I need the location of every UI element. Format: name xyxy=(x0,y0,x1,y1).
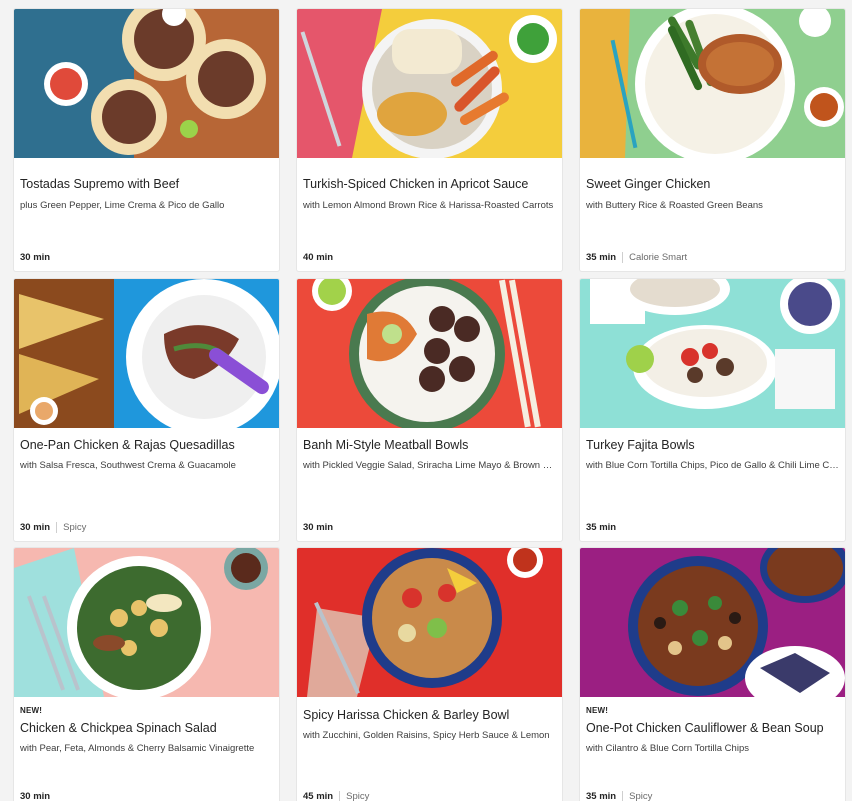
recipe-card[interactable]: Turkey Fajita Bowls with Blue Corn Torti… xyxy=(580,279,845,541)
recipe-meta: 40 min xyxy=(303,252,333,263)
recipe-image[interactable] xyxy=(14,548,279,697)
recipe-card[interactable]: Tostadas Supremo with Beef plus Green Pe… xyxy=(14,9,279,271)
recipe-title: One-Pot Chicken Cauliflower & Bean Soup xyxy=(586,721,824,735)
recipe-image[interactable] xyxy=(297,548,562,697)
recipe-subtitle: with Zucchini, Golden Raisins, Spicy Her… xyxy=(303,730,550,741)
meta-divider xyxy=(622,791,624,801)
meta-divider xyxy=(622,252,624,263)
recipe-card-body: Tostadas Supremo with Beef plus Green Pe… xyxy=(20,158,273,271)
recipe-card[interactable]: NEW! Chicken & Chickpea Spinach Salad wi… xyxy=(14,548,279,801)
recipe-title: One-Pan Chicken & Rajas Quesadillas xyxy=(20,438,235,452)
recipe-subtitle: with Cilantro & Blue Corn Tortilla Chips xyxy=(586,743,749,754)
recipe-image[interactable] xyxy=(297,9,562,158)
recipe-meta: 45 min Spicy xyxy=(303,791,369,801)
new-badge: NEW! xyxy=(20,706,43,715)
recipe-card[interactable]: Banh Mi-Style Meatball Bowls with Pickle… xyxy=(297,279,562,541)
recipe-tag: Calorie Smart xyxy=(629,252,688,263)
recipe-card-body: NEW! One-Pot Chicken Cauliflower & Bean … xyxy=(586,697,839,801)
recipe-image[interactable] xyxy=(580,9,845,158)
recipe-card[interactable]: Spicy Harissa Chicken & Barley Bowl with… xyxy=(297,548,562,801)
meta-divider xyxy=(56,522,58,533)
prep-time: 40 min xyxy=(303,252,334,263)
prep-time: 45 min xyxy=(303,791,334,801)
recipe-subtitle: with Blue Corn Tortilla Chips, Pico de G… xyxy=(586,460,839,471)
recipe-card-body: Sweet Ginger Chicken with Buttery Rice &… xyxy=(586,158,839,271)
recipe-subtitle: plus Green Pepper, Lime Crema & Pico de … xyxy=(20,200,225,211)
recipe-subtitle: with Salsa Fresca, Southwest Crema & Gua… xyxy=(20,460,236,471)
recipe-subtitle: with Lemon Almond Brown Rice & Harissa-R… xyxy=(303,200,554,211)
recipe-card[interactable]: Sweet Ginger Chicken with Buttery Rice &… xyxy=(580,9,845,271)
recipe-subtitle: with Pickled Veggie Salad, Sriracha Lime… xyxy=(303,460,556,471)
recipe-card[interactable]: NEW! One-Pot Chicken Cauliflower & Bean … xyxy=(580,548,845,801)
recipe-meta: 30 min xyxy=(303,522,333,533)
prep-time: 35 min xyxy=(586,791,617,801)
recipe-title: Turkish-Spiced Chicken in Apricot Sauce xyxy=(303,177,529,191)
prep-time: 35 min xyxy=(586,522,617,533)
recipe-meta: 30 min xyxy=(20,252,50,263)
recipe-image[interactable] xyxy=(580,548,845,697)
recipe-title: Sweet Ginger Chicken xyxy=(586,177,711,191)
recipe-meta: 30 min Spicy xyxy=(20,522,86,533)
recipe-image[interactable] xyxy=(580,279,845,428)
recipe-title: Tostadas Supremo with Beef xyxy=(20,177,180,191)
recipe-title: Spicy Harissa Chicken & Barley Bowl xyxy=(303,708,510,722)
recipe-title: Turkey Fajita Bowls xyxy=(586,438,695,452)
recipe-grid: Tostadas Supremo with Beef plus Green Pe… xyxy=(0,0,852,801)
recipe-card-body: Turkish-Spiced Chicken in Apricot Sauce … xyxy=(303,158,556,271)
recipe-title: Banh Mi-Style Meatball Bowls xyxy=(303,438,469,452)
recipe-card[interactable]: One-Pan Chicken & Rajas Quesadillas with… xyxy=(14,279,279,541)
recipe-meta: 35 min Calorie Smart xyxy=(586,252,687,263)
recipe-title: Chicken & Chickpea Spinach Salad xyxy=(20,721,217,735)
recipe-card[interactable]: Turkish-Spiced Chicken in Apricot Sauce … xyxy=(297,9,562,271)
recipe-card-body: NEW! Chicken & Chickpea Spinach Salad wi… xyxy=(20,697,273,801)
recipe-image[interactable] xyxy=(297,279,562,428)
recipe-image[interactable] xyxy=(14,9,279,158)
recipe-meta: 35 min Spicy xyxy=(586,791,652,801)
prep-time: 30 min xyxy=(303,522,334,533)
recipe-card-body: Banh Mi-Style Meatball Bowls with Pickle… xyxy=(303,428,556,541)
prep-time: 30 min xyxy=(20,252,51,263)
prep-time: 30 min xyxy=(20,522,51,533)
recipe-tag: Spicy xyxy=(63,522,87,533)
recipe-tag: Spicy xyxy=(346,791,370,801)
recipe-card-body: Turkey Fajita Bowls with Blue Corn Torti… xyxy=(586,428,839,541)
recipe-meta: 30 min xyxy=(20,791,50,801)
recipe-image[interactable] xyxy=(14,279,279,428)
recipe-tag: Spicy xyxy=(629,791,653,801)
recipe-card-body: One-Pan Chicken & Rajas Quesadillas with… xyxy=(20,428,273,541)
meta-divider xyxy=(339,791,341,801)
recipe-subtitle: with Buttery Rice & Roasted Green Beans xyxy=(586,200,763,211)
new-badge: NEW! xyxy=(586,706,609,715)
recipe-card-body: Spicy Harissa Chicken & Barley Bowl with… xyxy=(303,697,556,801)
recipe-subtitle: with Pear, Feta, Almonds & Cherry Balsam… xyxy=(20,743,255,754)
prep-time: 35 min xyxy=(586,252,617,263)
prep-time: 30 min xyxy=(20,791,51,801)
recipe-meta: 35 min xyxy=(586,522,616,533)
